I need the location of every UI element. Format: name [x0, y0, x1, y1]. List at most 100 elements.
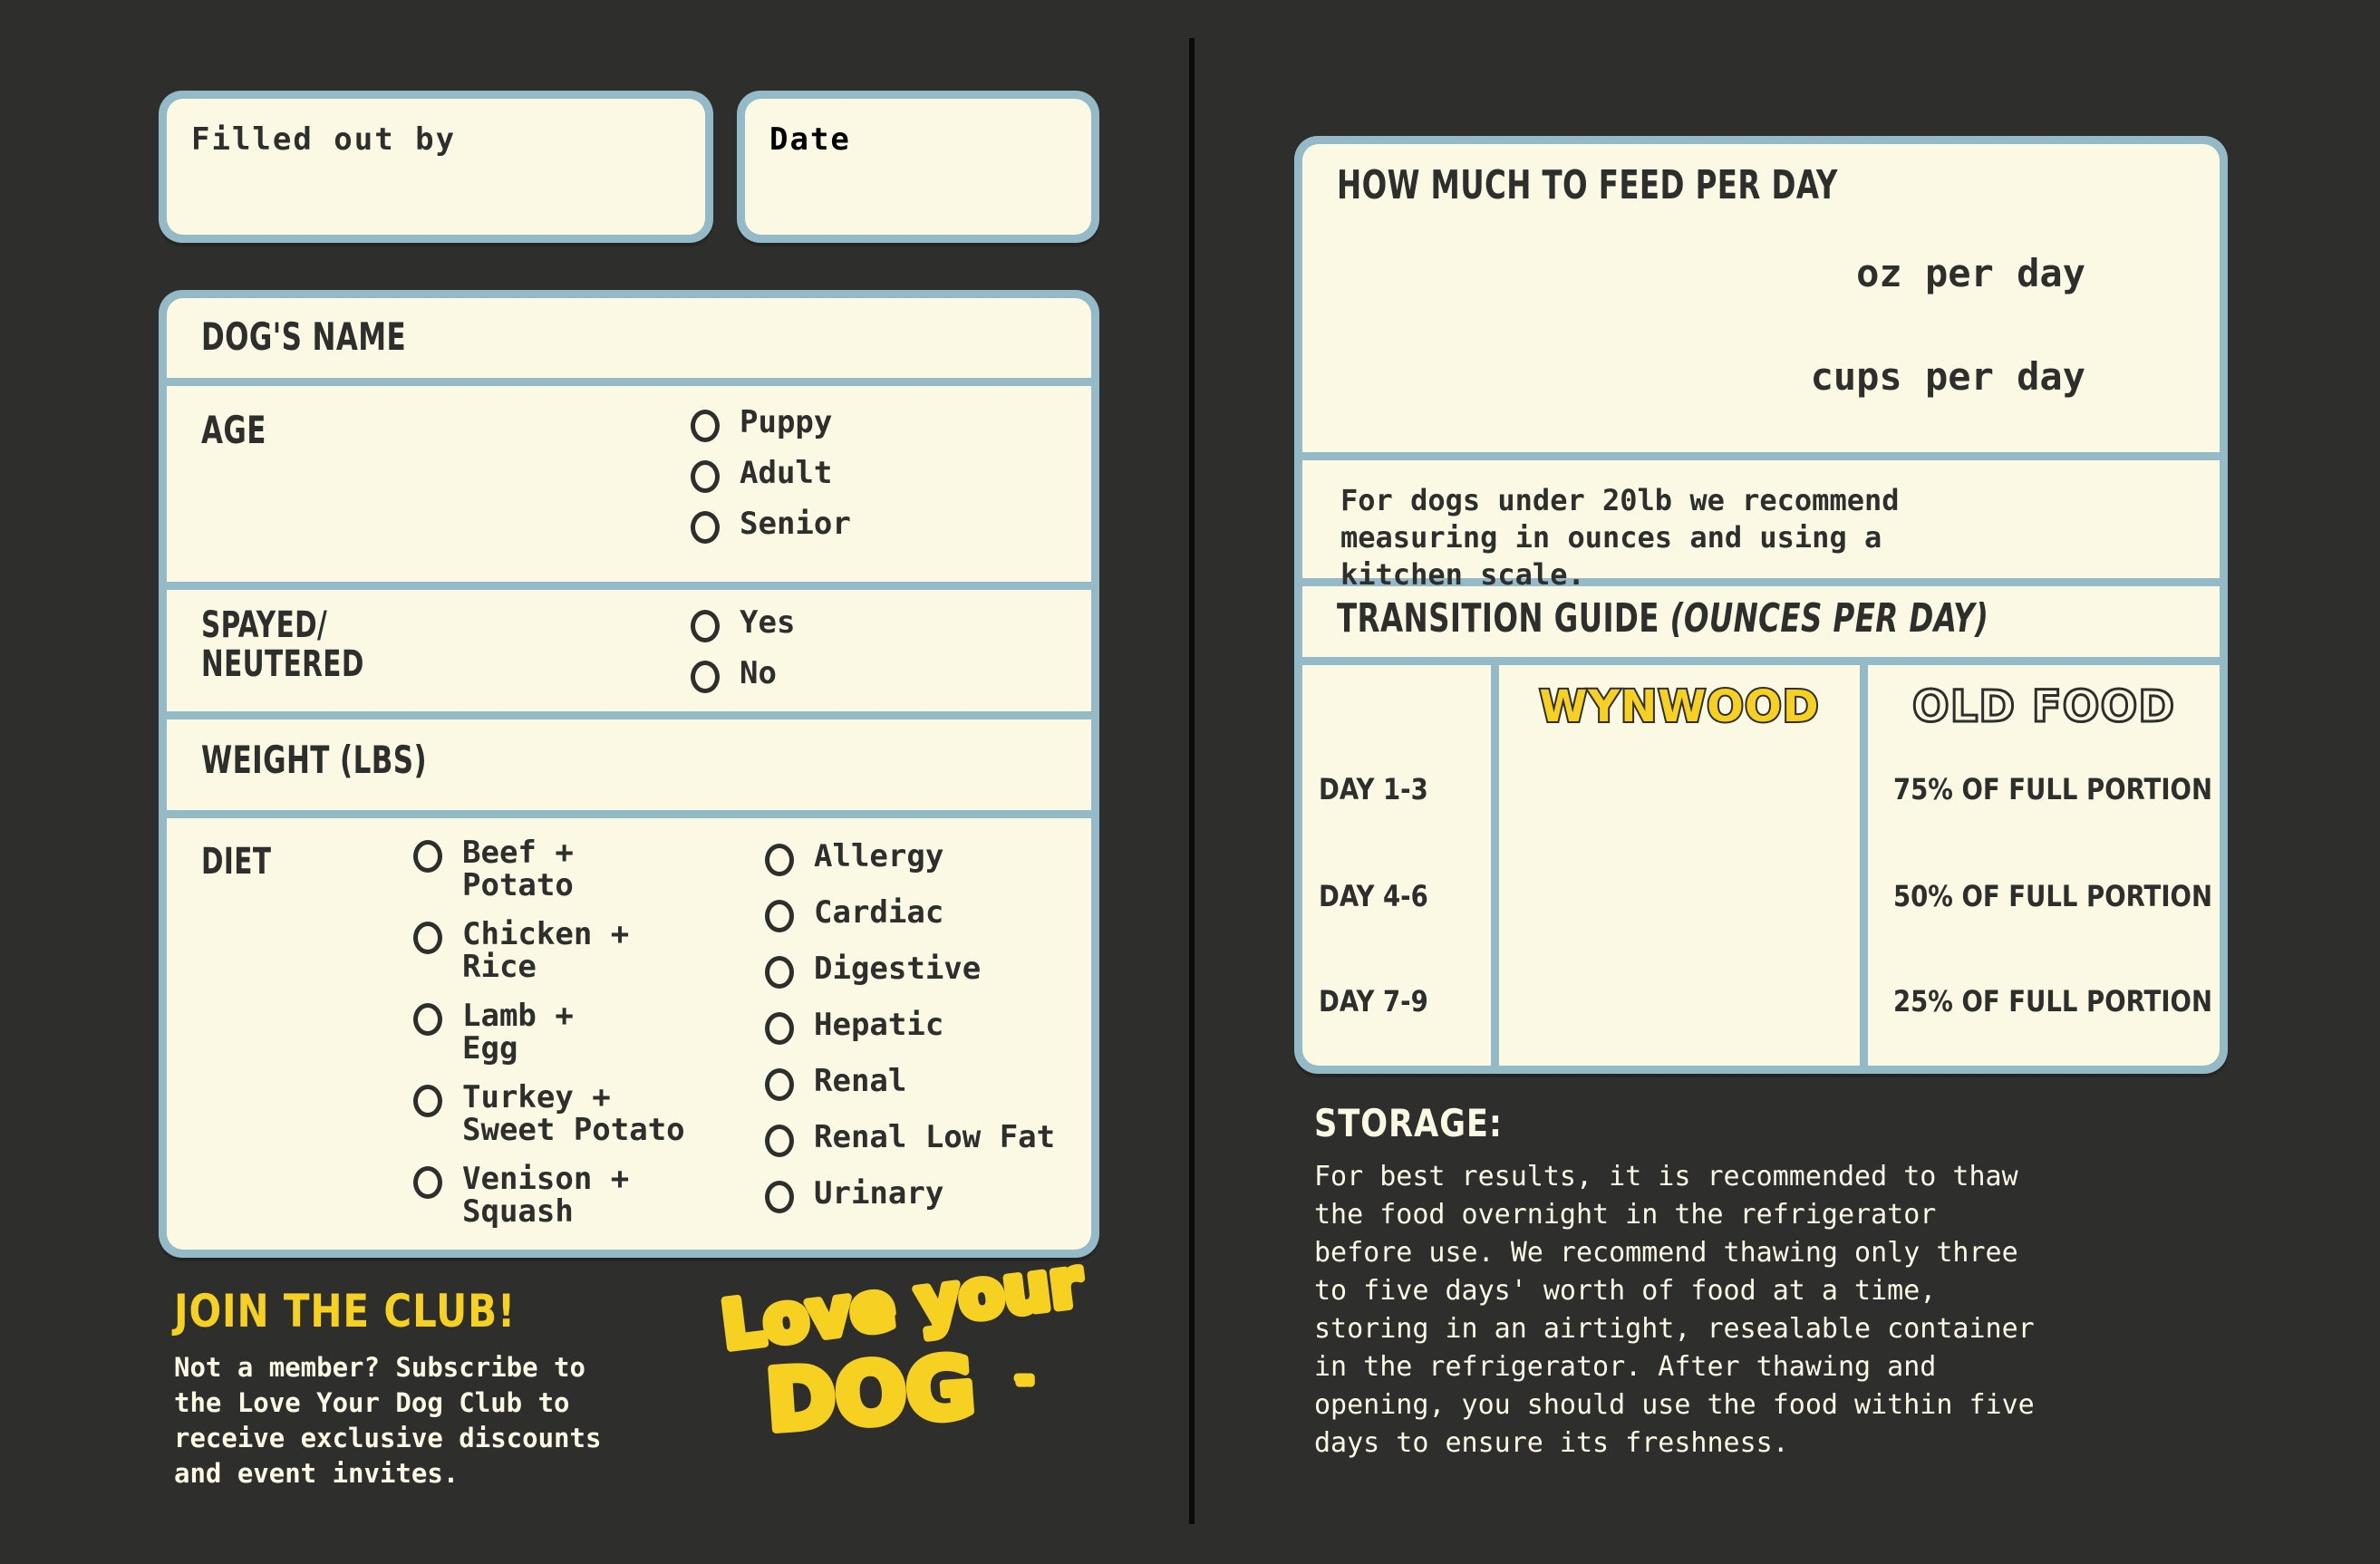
transition-table-columns: DAY 1-3 DAY 4-6 DAY 7-9 WYNWOOD OLD FOOD…: [1302, 665, 2220, 1066]
age-option-label: Puppy: [740, 404, 833, 440]
storage-title: STORAGE:: [1314, 1101, 1503, 1145]
diet-recipe-options: Beef + Potato Chicken + Rice Lamb + Egg …: [413, 836, 685, 1228]
transition-day-4-6: DAY 4-6: [1319, 879, 1428, 913]
dog-profile-form: DOG'S NAME AGE Puppy Adult Senior SPAYED…: [159, 290, 1099, 1258]
date-label: Date: [769, 121, 851, 158]
age-option-senior[interactable]: Senior: [691, 507, 851, 544]
age-option-label: Adult: [740, 455, 833, 491]
diet-condition-label: Renal: [814, 1063, 907, 1099]
age-option-label: Senior: [740, 506, 851, 542]
diet-label: DIET: [201, 841, 272, 883]
old-food-value-3: 25% OF FULL PORTION: [1893, 984, 2212, 1019]
date-field[interactable]: Date: [737, 91, 1099, 243]
join-the-club-body: Not a member? Subscribe to the Love Your…: [174, 1352, 602, 1489]
spayed-option-label: Yes: [740, 604, 796, 641]
join-the-club-title: JOIN THE CLUB!: [174, 1285, 516, 1337]
old-food-column-header: OLD FOOD: [1911, 681, 2176, 734]
radio-circle-icon[interactable]: [413, 1166, 442, 1200]
radio-circle-icon[interactable]: [765, 900, 794, 932]
diet-condition-cardiac[interactable]: Cardiac: [765, 896, 1055, 932]
transition-day-7-9: DAY 7-9: [1319, 984, 1428, 1019]
storage-block: STORAGE: For best results, it is recomme…: [1314, 1101, 2230, 1463]
radio-circle-icon[interactable]: [765, 1012, 794, 1045]
diet-option-lamb-egg[interactable]: Lamb + Egg: [413, 999, 685, 1065]
diet-option-label: Chicken + Rice: [462, 916, 630, 986]
age-option-adult[interactable]: Adult: [691, 457, 851, 493]
diet-row: DIET Beef + Potato Chicken + Rice Lamb +…: [167, 818, 1091, 1250]
diet-option-label: Beef + Potato: [462, 835, 574, 904]
transition-guide-title: TRANSITION GUIDE (OUNCES PER DAY): [1337, 599, 1988, 639]
diet-condition-allergy[interactable]: Allergy: [765, 840, 1055, 876]
radio-circle-icon[interactable]: [413, 840, 442, 873]
radio-circle-icon[interactable]: [691, 410, 720, 442]
radio-circle-icon[interactable]: [765, 956, 794, 989]
radio-circle-icon[interactable]: [765, 1181, 794, 1213]
weight-row[interactable]: WEIGHT (LBS): [167, 719, 1091, 810]
cups-per-day-label[interactable]: cups per day: [1811, 354, 2085, 399]
diet-condition-label: Renal Low Fat: [814, 1119, 1056, 1155]
diet-option-label: Venison + Squash: [462, 1161, 630, 1231]
filled-out-by-label: Filled out by: [191, 121, 457, 158]
feed-sections: HOW MUCH TO FEED PER DAY oz per day cups…: [1302, 144, 2220, 1066]
transition-day-1-3: DAY 1-3: [1319, 772, 1428, 806]
diet-option-venison-squash[interactable]: Venison + Squash: [413, 1163, 685, 1228]
how-much-to-feed-row: HOW MUCH TO FEED PER DAY oz per day cups…: [1302, 144, 2220, 452]
diet-condition-hepatic[interactable]: Hepatic: [765, 1009, 1055, 1045]
radio-circle-icon[interactable]: [413, 922, 442, 955]
filled-out-by-field[interactable]: Filled out by: [159, 91, 713, 243]
diet-condition-renal-low-fat[interactable]: Renal Low Fat: [765, 1121, 1055, 1157]
radio-circle-icon[interactable]: [691, 460, 720, 493]
diet-option-turkey-sweet-potato[interactable]: Turkey + Sweet Potato: [413, 1081, 685, 1146]
feeding-instructions-card: HOW MUCH TO FEED PER DAY oz per day cups…: [1294, 136, 2228, 1074]
transition-guide-header-row: TRANSITION GUIDE (OUNCES PER DAY): [1302, 586, 2220, 657]
storage-body: For best results, it is recommended to t…: [1314, 1161, 2035, 1459]
feeding-guide-card: Filled out by Date DOG'S NAME AGE Puppy: [0, 0, 2380, 1564]
radio-circle-icon[interactable]: [691, 511, 720, 544]
logo-svg: Love your DOG ™: [713, 1240, 1090, 1453]
measuring-note-row: For dogs under 20lb we recommend measuri…: [1302, 460, 2220, 592]
age-label: AGE: [201, 408, 266, 452]
diet-option-label: Lamb + Egg: [462, 998, 574, 1067]
diet-condition-label: Digestive: [814, 951, 982, 987]
radio-circle-icon[interactable]: [691, 661, 720, 693]
form-sections: DOG'S NAME AGE Puppy Adult Senior SPAYED…: [167, 298, 1091, 1250]
diet-condition-urinary[interactable]: Urinary: [765, 1177, 1055, 1213]
spayed-option-yes[interactable]: Yes: [691, 606, 795, 642]
diet-option-label: Turkey + Sweet Potato: [462, 1079, 685, 1149]
dogs-name-label: DOG'S NAME: [201, 314, 407, 359]
spayed-option-no[interactable]: No: [691, 657, 795, 693]
dogs-name-row[interactable]: DOG'S NAME: [167, 298, 1091, 378]
old-food-value-2: 50% OF FULL PORTION: [1893, 879, 2212, 913]
date-inner: Date: [745, 99, 1091, 235]
radio-circle-icon[interactable]: [765, 1068, 794, 1101]
join-the-club-block: JOIN THE CLUB! Not a member? Subscribe t…: [174, 1285, 718, 1491]
age-option-puppy[interactable]: Puppy: [691, 406, 851, 442]
age-options: Puppy Adult Senior: [691, 406, 851, 544]
transition-guide-title-main: TRANSITION GUIDE: [1337, 595, 1670, 642]
wynwood-column-header: WYNWOOD: [1537, 680, 1820, 734]
diet-option-chicken-rice[interactable]: Chicken + Rice: [413, 918, 685, 983]
radio-circle-icon[interactable]: [765, 844, 794, 876]
transition-guide-title-paren: (OUNCES PER DAY): [1669, 595, 1989, 642]
diet-condition-digestive[interactable]: Digestive: [765, 952, 1055, 989]
spayed-neutered-row: SPAYED/ NEUTERED Yes No: [167, 590, 1091, 711]
radio-circle-icon[interactable]: [691, 610, 720, 642]
age-row: AGE Puppy Adult Senior: [167, 386, 1091, 582]
old-food-value-1: 75% OF FULL PORTION: [1893, 772, 2212, 806]
measuring-note-text: For dogs under 20lb we recommend measuri…: [1340, 483, 1900, 592]
diet-condition-label: Hepatic: [814, 1007, 944, 1043]
oz-per-day-label[interactable]: oz per day: [1856, 251, 2085, 295]
how-much-to-feed-title: HOW MUCH TO FEED PER DAY: [1337, 162, 1838, 208]
logo-line-2: DOG: [763, 1338, 978, 1450]
transition-wynwood-column[interactable]: WYNWOOD: [1499, 665, 1860, 1066]
filled-out-by-inner: Filled out by: [167, 99, 705, 235]
panel-divider: [1189, 38, 1195, 1524]
radio-circle-icon[interactable]: [765, 1125, 794, 1157]
diet-condition-label: Allergy: [814, 838, 944, 874]
transition-day-column: DAY 1-3 DAY 4-6 DAY 7-9: [1302, 665, 1491, 1066]
diet-condition-renal[interactable]: Renal: [765, 1065, 1055, 1101]
diet-option-beef-potato[interactable]: Beef + Potato: [413, 836, 685, 902]
transition-old-food-column: OLD FOOD 75% OF FULL PORTION 50% OF FULL…: [1868, 665, 2220, 1066]
radio-circle-icon[interactable]: [413, 1085, 442, 1118]
radio-circle-icon[interactable]: [413, 1003, 442, 1037]
